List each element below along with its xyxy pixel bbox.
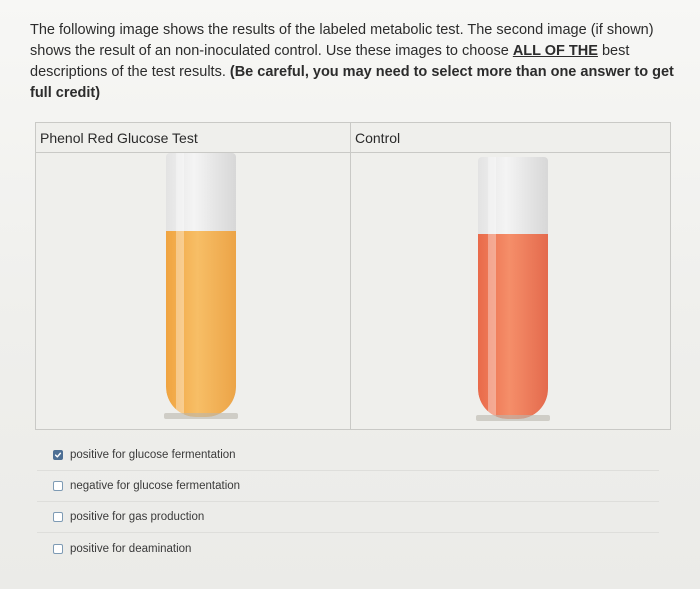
test-tube-shadow	[164, 413, 238, 419]
control-tube-shadow	[476, 415, 550, 421]
question-emphasis-underline: ALL OF THE	[512, 43, 598, 59]
images-table: Phenol Red Glucose Test Control	[35, 122, 671, 430]
answer-list: positive for glucose fermentation negati…	[37, 440, 659, 564]
answer-option-label[interactable]: negative for glucose fermentation	[70, 480, 240, 492]
answer-option-3[interactable]: positive for gas production	[37, 502, 659, 533]
answer-option-2[interactable]: negative for glucose fermentation	[37, 471, 659, 502]
answer-option-4[interactable]: positive for deamination	[37, 533, 659, 564]
answer-option-label[interactable]: positive for glucose fermentation	[70, 449, 236, 461]
answer-option-1[interactable]: positive for glucose fermentation	[37, 440, 659, 471]
test-image-cell: Phenol Red Glucose Test	[36, 123, 351, 429]
checkbox-icon[interactable]	[53, 543, 63, 554]
answer-option-label[interactable]: positive for gas production	[70, 511, 204, 523]
control-tube-image	[478, 157, 548, 419]
checkbox-icon[interactable]	[53, 481, 63, 491]
answer-option-label[interactable]: positive for deamination	[70, 543, 191, 555]
page-background: The following image shows the results of…	[0, 0, 700, 589]
question-text: The following image shows the results of…	[30, 20, 680, 104]
control-image-cell: Control	[351, 123, 670, 429]
control-image-label: Control	[351, 123, 670, 153]
checkbox-checked-icon[interactable]	[53, 450, 63, 460]
checkbox-icon[interactable]	[53, 512, 63, 522]
test-image-label: Phenol Red Glucose Test	[36, 123, 350, 153]
test-tube-image	[166, 153, 236, 417]
